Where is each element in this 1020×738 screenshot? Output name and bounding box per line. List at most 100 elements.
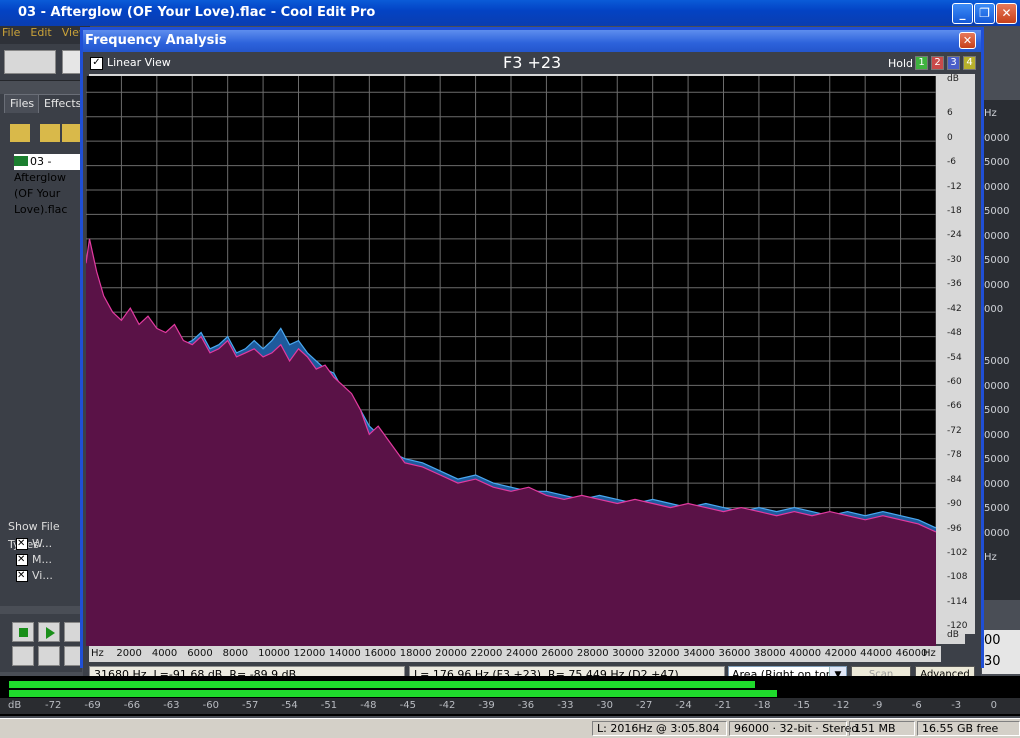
db-tick-label: dB [947,630,959,640]
minimize-button[interactable]: _ [952,3,973,24]
db-tick-label: -12 [947,181,962,192]
menu-file[interactable]: File [2,26,20,39]
spectrum-plot[interactable] [86,76,936,646]
ruler-label: 0000 [984,380,1010,392]
checkbox-icon[interactable] [16,552,28,568]
db-tick-label: -18 [947,206,962,216]
db-tick-label: -42 [947,303,962,314]
meter-scale-label: -45 [399,700,416,711]
hz-tick-label: 44000 [860,648,892,659]
time-fields: 00 30 [982,630,1020,674]
close-button[interactable]: ✕ [996,3,1017,24]
toolbar [0,44,90,81]
db-tick-label: -60 [947,377,962,387]
hold-button-1[interactable]: 1 [915,56,928,70]
hz-tick-label: 24000 [506,648,538,659]
meter-scale-label: -63 [163,700,180,711]
level-bar-right [9,690,777,697]
hz-tick-label: 36000 [718,648,751,659]
db-tick-label: -90 [947,499,962,510]
meter-scale-label: -42 [439,700,456,711]
db-tick-label: 6 [947,108,953,119]
db-tick-label: -24 [947,230,962,241]
hold-button-4[interactable]: 4 [963,56,976,70]
file-type-video[interactable]: Vi... [8,568,82,584]
meter-scale-label: -6 [911,700,922,711]
meter-scale-label: -66 [123,700,141,711]
hz-tick-label: 6000 [187,648,213,659]
db-tick-label: -30 [947,254,962,265]
status-size: 151 MB [849,721,915,736]
status-cursor: L: 2016Hz @ 3:05.804 [592,721,727,736]
ruler-label: 5000 [984,454,1010,465]
ruler-label: 0000 [984,279,1010,291]
hz-tick-label: 22000 [470,648,503,659]
meter-scale-label: -51 [320,700,338,711]
checkbox-icon[interactable] [16,568,28,584]
meter-scale-label: -15 [793,700,810,711]
meter-scale-label: -57 [242,700,259,711]
db-tick-label: -66 [947,401,962,412]
ruler-label: 000 [984,304,1004,315]
dialog-title: Frequency Analysis [85,33,227,48]
meter-scale-label: -18 [754,700,771,711]
rewind-icon[interactable] [38,646,60,666]
linear-view-checkbox[interactable]: ✓ Linear View [90,56,171,70]
insert-icon[interactable] [62,124,82,142]
meter-scale-label: -39 [478,700,495,711]
hz-tick-label: 18000 [399,648,432,659]
hold-label: Hold [888,57,914,70]
ruler-label: 5000 [984,206,1010,217]
stop-icon[interactable] [12,622,34,642]
play-icon[interactable] [38,622,60,642]
db-tick-label: dB [947,74,959,84]
status-free-space: 16.55 GB free [917,721,1020,736]
menu-edit[interactable]: Edit [30,26,51,39]
level-meter-scale: dB -72 -69 -66 -63 -60 -57 -54 -51 -48 -45 -42 -39 -3… [0,698,1020,714]
frequency-analysis-dialog: Frequency Analysis ✕ ✓ Linear View F3 +23… [80,27,984,687]
ruler-label: 5000 [984,503,1010,514]
file-type-midi[interactable]: M... [8,552,82,568]
meter-scale-label: -30 [596,700,613,711]
hold-button-2[interactable]: 2 [931,56,944,70]
db-tick-label: -36 [947,279,962,290]
hz-tick-label: 16000 [364,648,397,659]
main-title-bar[interactable]: 03 - Afterglow (OF Your Love).flac - Coo… [0,0,1020,26]
close-file-icon[interactable] [40,124,60,142]
file-list-item[interactable]: 03 - Afterglow (OF Your Love).flac [14,154,82,216]
go-to-start-icon[interactable] [12,646,34,666]
meter-scale-label: -60 [202,700,219,711]
tab-files[interactable]: Files [4,94,41,113]
maximize-button[interactable]: ❐ [974,3,995,24]
hz-tick-label: 8000 [222,648,249,659]
hz-tick-label: 2000 [116,648,142,659]
db-tick-label: -78 [947,450,962,461]
db-axis: dB 6 0 -6 -12 -18 -24 -30 -36 -42 -48 -54 -60 -66 -72 -… [939,74,975,640]
dialog-title-bar[interactable]: Frequency Analysis ✕ [83,30,981,52]
dialog-close-button[interactable]: ✕ [959,32,976,49]
time-field-2[interactable]: 30 [984,654,1001,669]
time-field-1[interactable]: 00 [984,633,1001,648]
meter-scale-label: -12 [833,700,850,711]
ruler-label: 5000 [984,405,1010,416]
transport-controls [0,614,82,672]
meter-scale-label: -9 [872,700,883,711]
wave-file-icon [14,156,28,166]
db-tick-label: -54 [947,352,962,363]
file-type-wave[interactable]: W... [8,536,82,552]
hz-tick-label: Hz [923,648,936,659]
waveform-toggle-button[interactable] [4,50,56,74]
show-file-types-label: Show File Types [8,520,60,551]
frequency-ruler: Hz 0000 5000 0000 5000 0000 5000 0000 000 5000 000… [980,100,1020,600]
ruler-label: Hz [984,552,997,563]
ruler-label: 5000 [984,157,1010,168]
ruler-label: 0000 [984,478,1010,490]
hold-button-3[interactable]: 3 [947,56,960,70]
open-folder-icon[interactable] [10,124,30,142]
ruler-label: Hz [984,108,997,119]
checkbox-icon[interactable] [16,536,28,552]
hz-tick-label: 34000 [683,648,715,659]
meter-scale-label: -54 [281,700,298,711]
meter-scale-label: -48 [360,700,377,711]
meter-scale-label: -69 [84,700,101,711]
